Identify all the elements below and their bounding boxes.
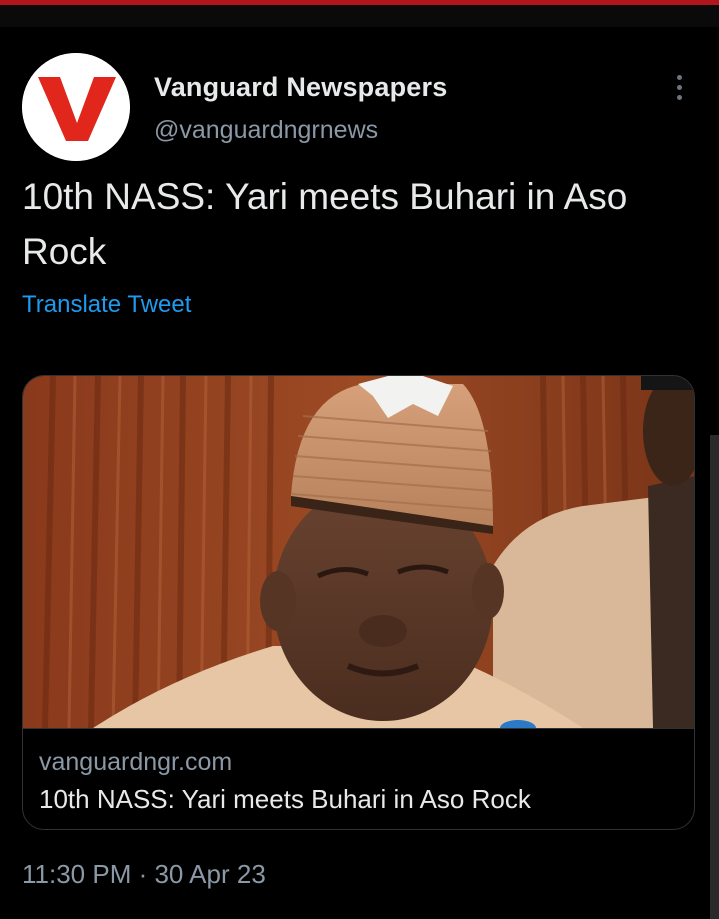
link-card-meta[interactable]: vanguardngr.com 10th NASS: Yari meets Bu… [23,728,694,829]
tweet[interactable]: V Vanguard Newspapers @vanguardngrnews 1… [0,27,719,919]
scrollbar[interactable] [710,435,719,919]
author-handle[interactable]: @vanguardngrnews [154,116,378,145]
author-avatar[interactable]: V [22,53,130,161]
top-bar [0,5,719,27]
vanguard-logo-icon: V [22,53,130,161]
tweet-timestamp[interactable]: 11:30 PM · 30 Apr 23 [22,859,266,890]
link-card-title: 10th NASS: Yari meets Buhari in Aso Rock [39,784,531,814]
author-name[interactable]: Vanguard Newspapers [154,72,447,103]
link-card-domain: vanguardngr.com [39,748,233,776]
translate-tweet-link[interactable]: Translate Tweet [22,291,191,319]
more-options-icon[interactable] [664,72,694,102]
tweet-text: 10th NASS: Yari meets Buhari in Aso Rock [22,176,628,272]
link-card[interactable]: vanguardngr.com 10th NASS: Yari meets Bu… [22,375,695,830]
link-card-image[interactable] [23,376,694,728]
